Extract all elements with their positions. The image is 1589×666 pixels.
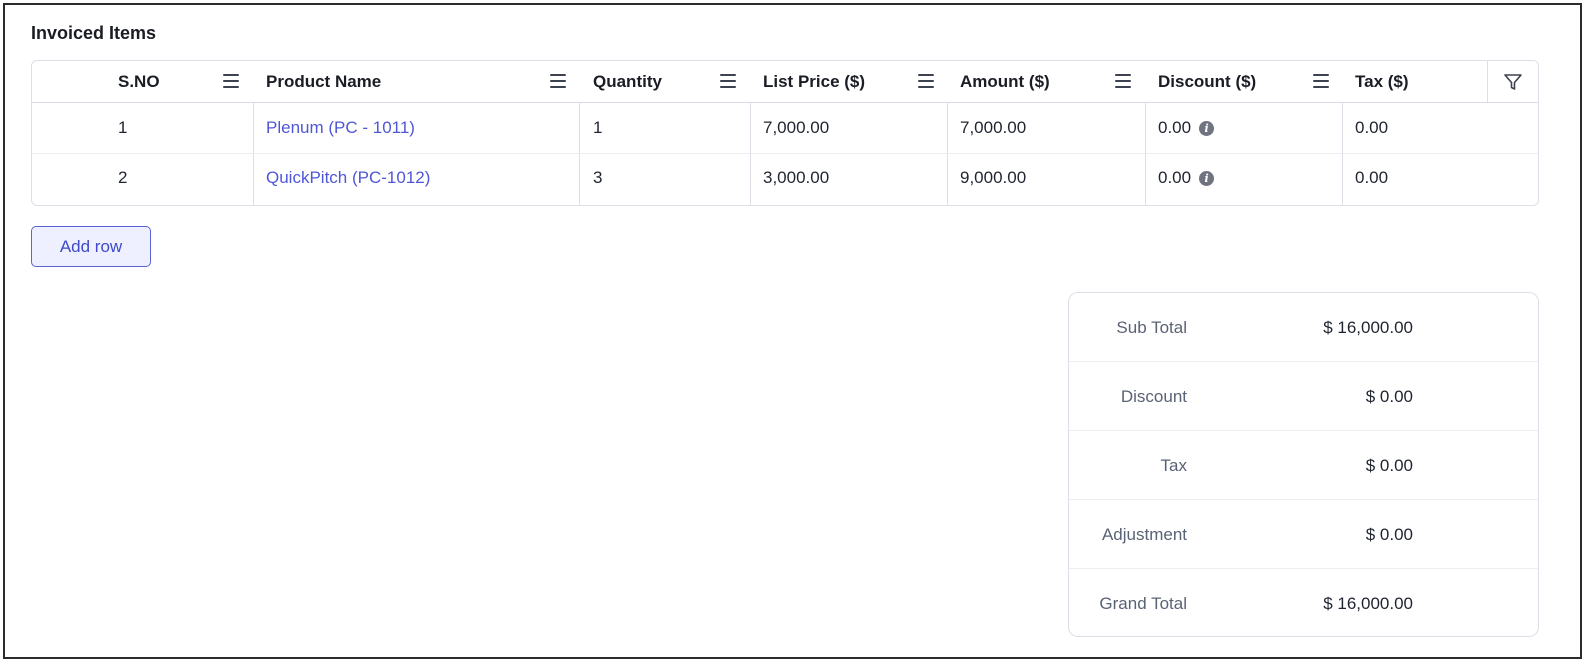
invoiced-items-table: S.NO Product Name Quantity List Price ($… bbox=[31, 60, 1539, 206]
info-icon[interactable]: i bbox=[1199, 170, 1215, 186]
filter-button[interactable] bbox=[1487, 61, 1538, 102]
hamburger-menu-icon[interactable] bbox=[918, 74, 934, 88]
totals-row-adjustment: Adjustment $ 0.00 bbox=[1069, 500, 1538, 569]
totals-row-tax: Tax $ 0.00 bbox=[1069, 431, 1538, 500]
column-header-list-price[interactable]: List Price ($) bbox=[763, 61, 913, 102]
table-header: S.NO Product Name Quantity List Price ($… bbox=[32, 61, 1538, 103]
column-header-product-name[interactable]: Product Name bbox=[266, 61, 526, 102]
adjustment-label: Adjustment bbox=[1101, 524, 1187, 544]
totals-row-discount: Discount $ 0.00 bbox=[1069, 362, 1538, 431]
tax-label: Tax bbox=[1160, 455, 1187, 475]
hamburger-menu-icon[interactable] bbox=[720, 74, 736, 88]
discount-value[interactable]: 0.00 bbox=[1158, 118, 1191, 138]
section-title: Invoiced Items bbox=[31, 23, 157, 43]
discount-value[interactable]: 0.00 bbox=[1158, 168, 1191, 188]
cell-quantity[interactable]: 3 bbox=[593, 153, 602, 203]
cell-quantity[interactable]: 1 bbox=[593, 103, 602, 153]
hamburger-menu-icon[interactable] bbox=[550, 74, 566, 88]
info-icon[interactable]: i bbox=[1199, 120, 1215, 136]
cell-amount: 7,000.00 bbox=[960, 118, 1027, 137]
grand-total-label: Grand Total bbox=[1099, 593, 1187, 613]
discount-total-value: $ 0.00 bbox=[1365, 386, 1413, 406]
invoiced-items-panel: Invoiced Items S.NO Product Name Quantit… bbox=[3, 3, 1582, 659]
column-header-quantity[interactable]: Quantity bbox=[593, 61, 723, 102]
hamburger-menu-icon[interactable] bbox=[223, 74, 239, 88]
product-link[interactable]: Plenum (PC - 1011) bbox=[266, 103, 415, 153]
sub-total-value: $ 16,000.00 bbox=[1323, 317, 1413, 337]
cell-discount: 0.00 i bbox=[1158, 103, 1215, 153]
column-header-sno[interactable]: S.NO bbox=[118, 61, 238, 102]
totals-summary: Sub Total $ 16,000.00 Discount $ 0.00 Ta… bbox=[1068, 292, 1539, 637]
column-header-discount[interactable]: Discount ($) bbox=[1158, 61, 1308, 102]
totals-row-grand-total: Grand Total $ 16,000.00 bbox=[1069, 569, 1538, 636]
table-row: 1 Plenum (PC - 1011) 1 7,000.00 7,000.00… bbox=[32, 103, 1538, 154]
tax-total-value: $ 0.00 bbox=[1365, 455, 1413, 475]
discount-label: Discount bbox=[1120, 386, 1187, 406]
cell-list-price[interactable]: 3,000.00 bbox=[763, 153, 829, 203]
cell-tax: 0.00 bbox=[1355, 118, 1389, 137]
column-header-tax[interactable]: Tax ($) bbox=[1355, 61, 1475, 102]
cell-sno: 2 bbox=[118, 168, 128, 187]
hamburger-menu-icon[interactable] bbox=[1115, 74, 1131, 88]
cell-amount: 9,000.00 bbox=[960, 168, 1027, 187]
product-link[interactable]: QuickPitch (PC-1012) bbox=[266, 153, 430, 203]
filter-icon bbox=[1504, 73, 1522, 90]
grand-total-value: $ 16,000.00 bbox=[1323, 593, 1413, 613]
adjustment-value[interactable]: $ 0.00 bbox=[1366, 500, 1413, 569]
sub-total-label: Sub Total bbox=[1116, 317, 1187, 337]
cell-sno: 1 bbox=[118, 118, 128, 137]
column-header-amount[interactable]: Amount ($) bbox=[960, 61, 1110, 102]
table-row: 2 QuickPitch (PC-1012) 3 3,000.00 9,000.… bbox=[32, 153, 1538, 203]
cell-list-price[interactable]: 7,000.00 bbox=[763, 103, 829, 153]
add-row-button[interactable]: Add row bbox=[31, 226, 151, 267]
totals-row-sub-total: Sub Total $ 16,000.00 bbox=[1069, 293, 1538, 362]
cell-discount: 0.00 i bbox=[1158, 153, 1215, 203]
cell-tax: 0.00 bbox=[1355, 168, 1389, 187]
hamburger-menu-icon[interactable] bbox=[1313, 74, 1329, 88]
